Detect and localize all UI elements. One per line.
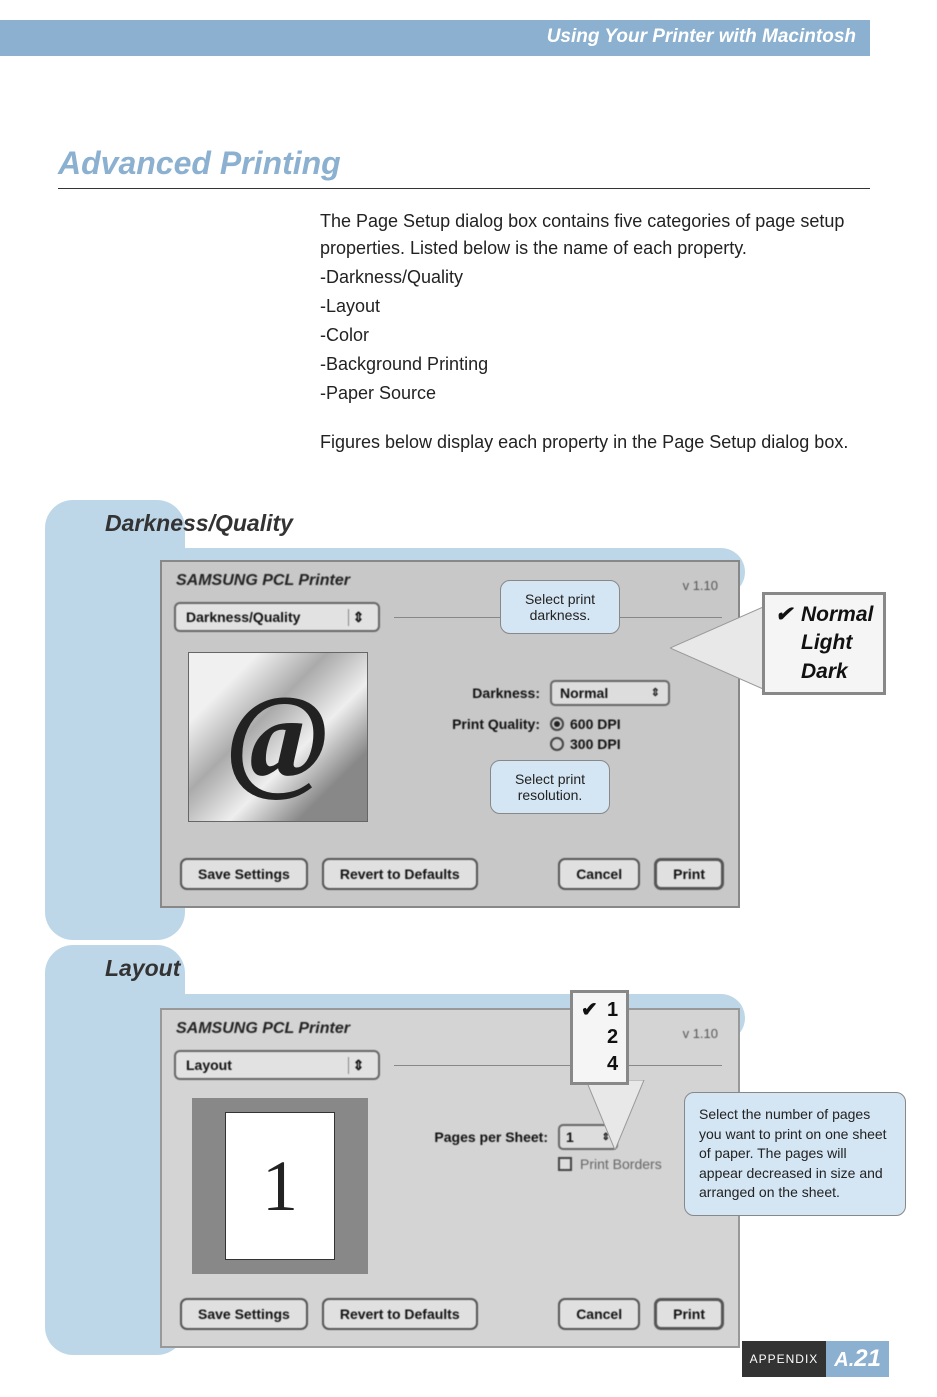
quality-600-label: 600 DPI (570, 716, 621, 732)
dialog2-buttons: Save Settings Revert to Defaults Cancel … (180, 1298, 724, 1330)
pps-label: Pages per Sheet: (398, 1129, 548, 1145)
intro-item-2: -Color (320, 322, 866, 349)
resolution-callout-text: Select print resolution. (515, 771, 585, 803)
intro-item-0: -Darkness/Quality (320, 264, 866, 291)
at-glyph: @ (228, 668, 328, 806)
preview-sheet: 1 (225, 1112, 335, 1260)
darkness-row: Darkness: Normal ⇕ (410, 680, 670, 706)
main-heading: Advanced Printing (58, 145, 341, 182)
dialog1-buttons: Save Settings Revert to Defaults Cancel … (180, 858, 724, 890)
zoom-indicator-2 (580, 1080, 650, 1150)
intro-p1: The Page Setup dialog box contains five … (320, 208, 866, 262)
dialog2-tab-label: Layout (186, 1057, 232, 1073)
menu-normal-label: Normal (801, 601, 873, 629)
updown-icon: ⇕ (651, 689, 660, 698)
quality-options: 600 DPI 300 DPI (550, 716, 621, 752)
menu-1[interactable]: ✔1 (581, 997, 618, 1024)
footer: APPENDIX A.21 (742, 1341, 889, 1377)
print-button[interactable]: Print (654, 1298, 724, 1330)
darkness-callout: Select print darkness. (500, 580, 620, 634)
menu-2-label: 2 (607, 1024, 618, 1051)
intro-item-3: -Background Printing (320, 351, 866, 378)
section1-label: Darkness/Quality (105, 510, 315, 537)
darkness-value: Normal (560, 685, 608, 701)
pps-callout-text: Select the number of pages you want to p… (699, 1106, 887, 1200)
borders-label: Print Borders (580, 1156, 662, 1172)
revert-defaults-button[interactable]: Revert to Defaults (322, 1298, 478, 1330)
intro-item-1: -Layout (320, 293, 866, 320)
resolution-callout: Select print resolution. (490, 760, 610, 814)
darkness-label: Darkness: (410, 685, 540, 701)
darkness-dropdown[interactable]: Normal ⇕ (550, 680, 670, 706)
quality-label: Print Quality: (410, 716, 540, 732)
radio-icon (550, 737, 564, 751)
darkness-callout-text: Select print darkness. (525, 591, 595, 623)
cancel-button[interactable]: Cancel (558, 858, 640, 890)
dialog2-version: v 1.10 (683, 1026, 718, 1041)
section2-label: Layout (105, 955, 180, 982)
menu-4-label: 4 (607, 1051, 618, 1078)
quality-row: Print Quality: 600 DPI 300 DPI (410, 716, 621, 752)
updown-icon: ⇕ (348, 1057, 368, 1074)
dialog2-title: SAMSUNG PCL Printer (176, 1020, 350, 1038)
save-settings-button[interactable]: Save Settings (180, 1298, 308, 1330)
appendix-label: APPENDIX (742, 1341, 827, 1377)
dialog2-tab-select[interactable]: Layout ⇕ (174, 1050, 380, 1080)
radio-icon (550, 717, 564, 731)
save-settings-button[interactable]: Save Settings (180, 858, 308, 890)
intro-p2: Figures below display each property in t… (320, 429, 866, 456)
page-number: A.21 (826, 1341, 889, 1377)
intro-text: The Page Setup dialog box contains five … (320, 208, 866, 458)
dialog2-preview: 1 (192, 1098, 368, 1274)
layout-dialog: SAMSUNG PCL Printer v 1.10 Layout ⇕ 1 Pa… (160, 1008, 740, 1348)
menu-light[interactable]: Light (775, 629, 873, 657)
check-icon: ✔ (775, 601, 793, 629)
dialog1-title: SAMSUNG PCL Printer (176, 572, 350, 590)
page-num: 21 (854, 1345, 881, 1372)
dialog1-version: v 1.10 (683, 578, 718, 593)
menu-dark-label: Dark (801, 658, 848, 686)
dialog1-tab-label: Darkness/Quality (186, 609, 300, 625)
dialog1-preview: @ (188, 652, 368, 822)
preview-number: 1 (262, 1145, 298, 1228)
quality-300[interactable]: 300 DPI (550, 736, 621, 752)
revert-defaults-button[interactable]: Revert to Defaults (322, 858, 478, 890)
checkbox-icon (558, 1157, 572, 1171)
darkness-quality-dialog: SAMSUNG PCL Printer v 1.10 Darkness/Qual… (160, 560, 740, 908)
menu-light-label: Light (801, 629, 852, 657)
dialog2-divider (394, 1065, 722, 1066)
check-icon: ✔ (581, 997, 599, 1024)
print-button[interactable]: Print (654, 858, 724, 890)
dialog1-tab-select[interactable]: Darkness/Quality ⇕ (174, 602, 380, 632)
borders-row[interactable]: Print Borders (558, 1156, 662, 1172)
pps-menu: ✔1 2 4 (570, 990, 629, 1085)
heading-rule (58, 188, 870, 189)
quality-300-label: 300 DPI (570, 736, 621, 752)
updown-icon: ⇕ (348, 609, 368, 626)
header-title: Using Your Printer with Macintosh (547, 26, 856, 48)
menu-normal[interactable]: ✔ Normal (775, 601, 873, 629)
header-bar: Using Your Printer with Macintosh (0, 20, 870, 56)
menu-2[interactable]: 2 (581, 1024, 618, 1051)
menu-dark[interactable]: Dark (775, 658, 873, 686)
menu-4[interactable]: 4 (581, 1051, 618, 1078)
quality-600[interactable]: 600 DPI (550, 716, 621, 732)
menu-1-label: 1 (607, 997, 618, 1024)
intro-item-4: -Paper Source (320, 380, 866, 407)
darkness-menu: ✔ Normal Light Dark (762, 592, 886, 695)
zoom-indicator (670, 600, 770, 700)
page-prefix: A. (834, 1349, 854, 1371)
pps-value: 1 (566, 1129, 574, 1145)
pps-callout: Select the number of pages you want to p… (684, 1092, 906, 1216)
cancel-button[interactable]: Cancel (558, 1298, 640, 1330)
